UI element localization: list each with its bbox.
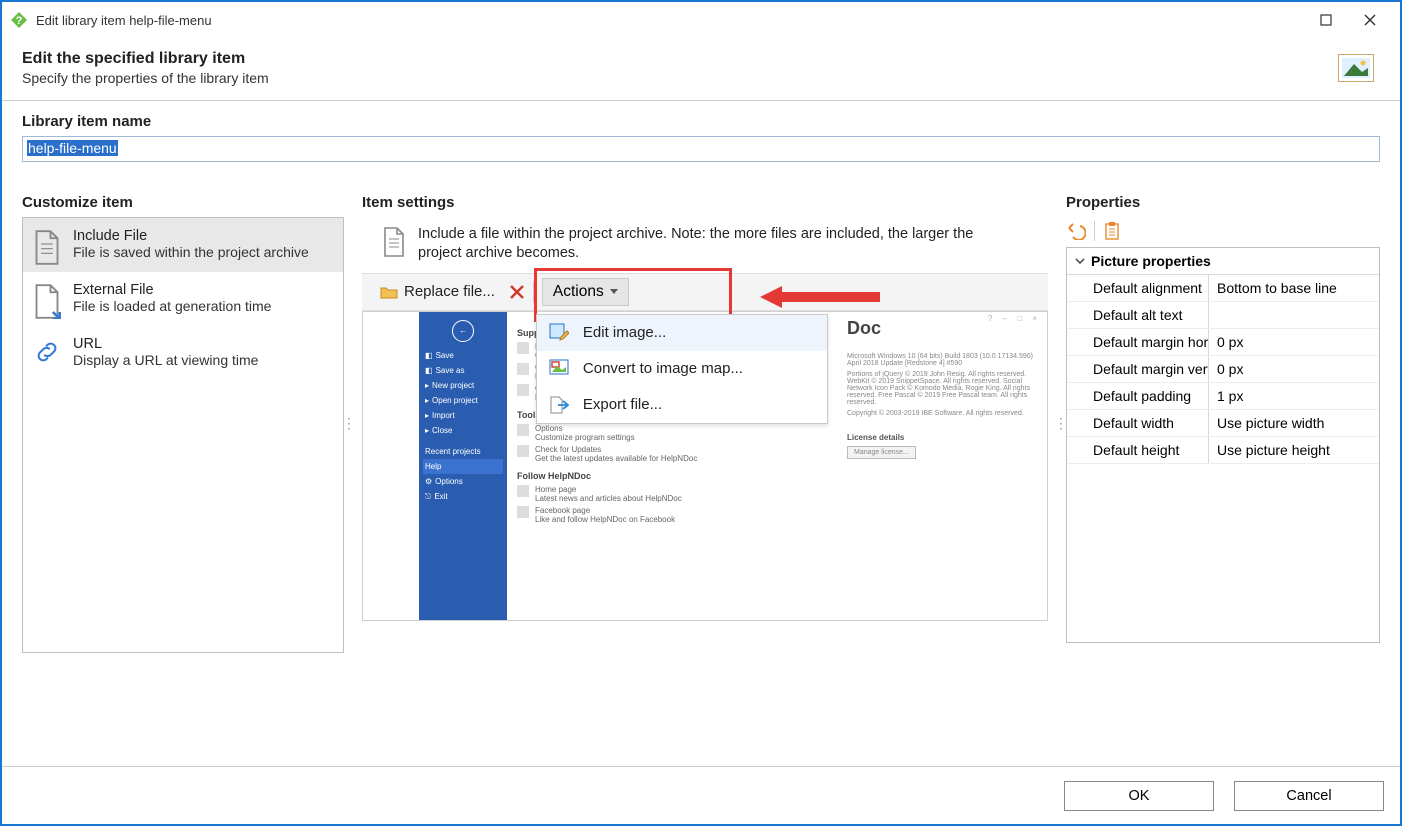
properties-group-header[interactable]: Picture properties (1067, 248, 1379, 275)
customize-label: Customize item (22, 194, 344, 211)
close-button[interactable] (1348, 5, 1392, 35)
settings-label: Item settings (362, 194, 1048, 211)
splitter-right[interactable]: ⋮ (1056, 194, 1066, 653)
separator (1094, 221, 1095, 241)
menu-item-export-file[interactable]: Export file... (537, 387, 827, 423)
property-row[interactable]: Default heightUse picture height (1067, 437, 1379, 464)
dialog-footer: OK Cancel (2, 766, 1400, 824)
link-icon (33, 338, 61, 370)
header-subtitle: Specify the properties of the library it… (22, 70, 1338, 86)
preview-sidebar: ← ◧ Save ◧ Save as ▸ New project ▸ Open … (419, 312, 507, 620)
property-row[interactable]: Default alt text (1067, 302, 1379, 329)
clipboard-button[interactable] (1103, 221, 1121, 241)
dialog-header: Edit the specified library item Specify … (2, 38, 1400, 101)
item-title: Include File (73, 228, 309, 244)
picture-icon (1338, 54, 1374, 82)
name-section: Library item name help-file-menu (22, 113, 1380, 162)
maximize-button[interactable] (1304, 5, 1348, 35)
name-input[interactable]: help-file-menu (22, 136, 1380, 162)
delete-icon (509, 284, 525, 300)
properties-grid: Picture properties Default alignmentBott… (1066, 247, 1380, 643)
menu-item-convert-image-map[interactable]: Convert to image map... (537, 351, 827, 387)
item-title: External File (73, 282, 271, 298)
splitter-left[interactable]: ⋮ (344, 194, 354, 653)
external-file-icon (33, 284, 61, 316)
settings-toolbar: Replace file... Actions (362, 273, 1048, 311)
item-desc: File is loaded at generation time (73, 298, 271, 316)
customize-list: Include File File is saved within the pr… (22, 217, 344, 653)
property-row[interactable]: Default margin vertical0 px (1067, 356, 1379, 383)
property-row[interactable]: Default alignmentBottom to base line (1067, 275, 1379, 302)
customize-column: Customize item Include File File is save… (22, 194, 344, 653)
item-title: URL (73, 336, 258, 352)
properties-label: Properties (1066, 194, 1380, 211)
property-row[interactable]: Default widthUse picture width (1067, 410, 1379, 437)
actions-dropdown-button[interactable]: Actions (542, 278, 629, 306)
image-map-icon (549, 359, 569, 379)
preview-right: ? – □ × Doc Microsoft Windows 10 (64 bit… (837, 312, 1047, 620)
property-row[interactable]: Default padding1 px (1067, 383, 1379, 410)
delete-button[interactable] (509, 284, 525, 300)
chevron-down-icon (610, 289, 618, 294)
chevron-down-icon (1075, 256, 1085, 266)
ok-button[interactable]: OK (1064, 781, 1214, 811)
replace-file-button[interactable]: Replace file... (372, 280, 503, 303)
folder-icon (380, 285, 398, 299)
actions-menu: Edit image... Convert to image map... Ex… (536, 314, 828, 424)
settings-column: Item settings Include a file within the … (354, 194, 1056, 653)
header-title: Edit the specified library item (22, 50, 1338, 68)
toolbar-separator (533, 281, 534, 303)
edit-image-icon (549, 323, 569, 343)
menu-item-edit-image[interactable]: Edit image... (537, 315, 827, 351)
window-title: Edit library item help-file-menu (36, 13, 212, 28)
file-icon (382, 227, 406, 255)
undo-icon (1066, 222, 1086, 240)
app-icon: ? (10, 11, 28, 29)
item-desc: File is saved within the project archive (73, 244, 309, 262)
export-icon (549, 395, 569, 415)
clipboard-icon (1103, 221, 1121, 241)
titlebar: ? Edit library item help-file-menu (2, 2, 1400, 38)
undo-button[interactable] (1066, 222, 1086, 240)
annotation-arrow-icon (760, 284, 880, 310)
name-input-value: help-file-menu (27, 140, 118, 156)
settings-note: Include a file within the project archiv… (418, 225, 1018, 263)
svg-text:?: ? (16, 15, 23, 27)
cancel-button[interactable]: Cancel (1234, 781, 1384, 811)
customize-item-url[interactable]: URL Display a URL at viewing time (23, 326, 343, 380)
customize-item-include-file[interactable]: Include File File is saved within the pr… (23, 218, 343, 272)
property-row[interactable]: Default margin horizontal0 px (1067, 329, 1379, 356)
file-icon (33, 230, 61, 262)
customize-item-external-file[interactable]: External File File is loaded at generati… (23, 272, 343, 326)
name-label: Library item name (22, 113, 1380, 130)
properties-column: Properties Picture properties Default al… (1066, 194, 1380, 653)
item-desc: Display a URL at viewing time (73, 352, 258, 370)
